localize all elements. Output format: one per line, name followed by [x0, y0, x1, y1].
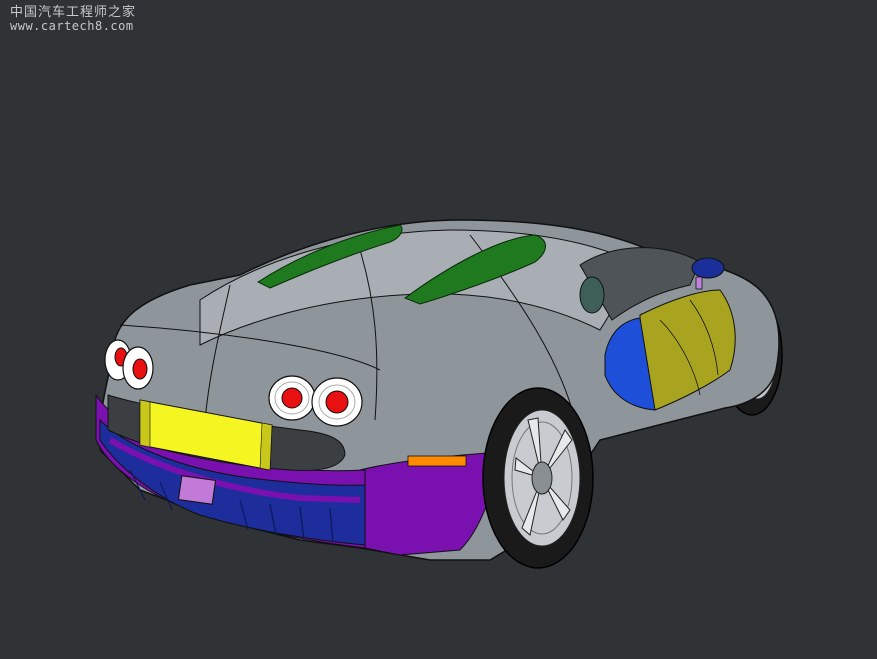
- 3d-viewport[interactable]: 中国汽车工程师之家 www.cartech8.com: [0, 0, 877, 659]
- side-mirror: [691, 257, 725, 279]
- exhaust-outlet: [177, 475, 217, 505]
- fuel-cap: [579, 276, 605, 314]
- car-model: [95, 219, 783, 569]
- near-rear-wheel: [482, 387, 594, 569]
- mirror-stem: [695, 276, 703, 290]
- side-marker: [407, 455, 467, 467]
